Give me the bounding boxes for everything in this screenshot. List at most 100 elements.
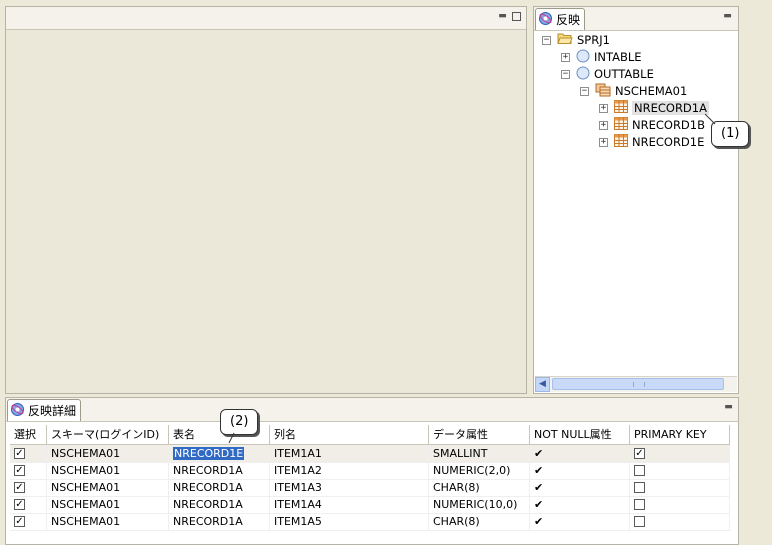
scroll-left-icon[interactable]: ◀ bbox=[535, 377, 550, 392]
primary-key-checkbox[interactable] bbox=[634, 498, 645, 510]
collapse-icon[interactable]: − bbox=[580, 86, 589, 96]
tree-item-nrecord1a[interactable]: + NRECORD1A bbox=[599, 100, 709, 116]
grip-icon bbox=[633, 382, 645, 387]
table-group-icon bbox=[576, 49, 590, 66]
tab-reflect-label: 反映 bbox=[556, 13, 581, 27]
cell-table: NRECORD1A bbox=[169, 496, 270, 513]
tree-item-nschema01[interactable]: − NSCHEMA01 bbox=[580, 83, 687, 99]
cell-primary-key[interactable] bbox=[630, 479, 730, 496]
cell-primary-key[interactable]: ✓ bbox=[630, 445, 730, 462]
table-row[interactable]: ✓ NSCHEMA01 NRECORD1A ITEM1A3 CHAR(8) ✔ bbox=[10, 479, 730, 497]
cell-schema: NSCHEMA01 bbox=[47, 462, 169, 479]
cell-column: ITEM1A4 bbox=[270, 496, 429, 513]
select-checkbox[interactable]: ✓ bbox=[14, 464, 25, 476]
table-icon bbox=[614, 134, 628, 150]
callout-1-pointer bbox=[704, 113, 716, 125]
expand-icon[interactable]: + bbox=[599, 137, 608, 147]
tree-item-label: NRECORD1B bbox=[632, 118, 705, 132]
cell-select[interactable]: ✓ bbox=[10, 479, 47, 496]
cell-data-type: NUMERIC(10,0) bbox=[429, 496, 530, 513]
column-header-select[interactable]: 選択 bbox=[10, 425, 47, 444]
tree-item-sprj1[interactable]: − SPRJ1 bbox=[542, 32, 610, 48]
editor-area: ▬ bbox=[5, 6, 527, 394]
table-icon bbox=[614, 100, 628, 116]
table-row[interactable]: ✓ NSCHEMA01 NRECORD1E ITEM1A1 SMALLINT ✔ ✓ bbox=[10, 445, 730, 463]
table-icon bbox=[614, 117, 628, 133]
editor-header: ▬ bbox=[6, 7, 526, 30]
cell-not-null: ✔ bbox=[530, 462, 630, 479]
cell-not-null: ✔ bbox=[530, 479, 630, 496]
open-folder-icon bbox=[557, 32, 573, 48]
primary-key-checkbox[interactable] bbox=[634, 464, 645, 476]
cell-column: ITEM1A1 bbox=[270, 445, 429, 462]
cell-select[interactable]: ✓ bbox=[10, 513, 47, 530]
cell-data-type: NUMERIC(2,0) bbox=[429, 462, 530, 479]
cell-primary-key[interactable] bbox=[630, 462, 730, 479]
collapse-icon[interactable]: − bbox=[561, 69, 570, 79]
cell-data-type: CHAR(8) bbox=[429, 513, 530, 530]
detail-view-header: 反映詳細 ▬ bbox=[6, 398, 738, 422]
tree-item-nrecord1e[interactable]: + NRECORD1E bbox=[599, 134, 704, 150]
cell-schema: NSCHEMA01 bbox=[47, 479, 169, 496]
table-row[interactable]: ✓ NSCHEMA01 NRECORD1A ITEM1A2 NUMERIC(2,0) ✔ bbox=[10, 462, 730, 480]
reflect-tree-view: 反映 ▬ − SPRJ1 + INTABLE − OUTTABLE − NSCH… bbox=[533, 6, 739, 394]
reflect-icon bbox=[538, 11, 553, 29]
check-icon: ✔ bbox=[534, 447, 544, 460]
table-name-edit-field[interactable]: NRECORD1E bbox=[173, 447, 245, 460]
tree-item-nrecord1b[interactable]: + NRECORD1B bbox=[599, 117, 705, 133]
cell-data-type: CHAR(8) bbox=[429, 479, 530, 496]
minimize-icon[interactable]: ▬ bbox=[723, 12, 732, 21]
check-icon: ✔ bbox=[534, 498, 544, 511]
cell-primary-key[interactable] bbox=[630, 513, 730, 530]
select-checkbox[interactable]: ✓ bbox=[14, 498, 25, 510]
cell-table: NRECORD1A bbox=[169, 462, 270, 479]
primary-key-checkbox[interactable] bbox=[634, 515, 645, 527]
tab-reflect-detail[interactable]: 反映詳細 bbox=[7, 399, 82, 421]
table-group-icon bbox=[576, 66, 590, 83]
tree-item-label: NRECORD1A bbox=[632, 101, 709, 115]
table-row[interactable]: ✓ NSCHEMA01 NRECORD1A ITEM1A4 NUMERIC(10,0) ✔ bbox=[10, 496, 730, 514]
expand-icon[interactable]: + bbox=[599, 120, 608, 130]
cell-select[interactable]: ✓ bbox=[10, 445, 47, 462]
tree-item-label: NSCHEMA01 bbox=[615, 84, 688, 98]
column-header-data-type[interactable]: データ属性 bbox=[429, 425, 530, 444]
table-header: 選択 スキーマ(ログインID) 表名 列名 データ属性 NOT NULL属性 P… bbox=[10, 425, 730, 445]
tree-item-label: INTABLE bbox=[594, 50, 642, 64]
collapse-icon[interactable]: − bbox=[542, 35, 551, 45]
primary-key-checkbox[interactable] bbox=[634, 481, 645, 493]
check-icon: ✔ bbox=[534, 481, 544, 494]
maximize-icon[interactable] bbox=[512, 12, 521, 21]
cell-schema: NSCHEMA01 bbox=[47, 445, 169, 462]
tree-item-outtable[interactable]: − OUTTABLE bbox=[561, 66, 654, 82]
table-row[interactable]: ✓ NSCHEMA01 NRECORD1A ITEM1A5 CHAR(8) ✔ bbox=[10, 513, 730, 531]
cell-not-null: ✔ bbox=[530, 496, 630, 513]
tab-reflect-detail-label: 反映詳細 bbox=[28, 404, 77, 418]
column-header-primary-key[interactable]: PRIMARY KEY bbox=[630, 425, 730, 444]
select-checkbox[interactable]: ✓ bbox=[14, 481, 25, 493]
minimize-icon[interactable]: ▬ bbox=[724, 403, 733, 412]
cell-primary-key[interactable] bbox=[630, 496, 730, 513]
cell-table[interactable]: NRECORD1E bbox=[169, 445, 270, 462]
column-header-not-null[interactable]: NOT NULL属性 bbox=[530, 425, 630, 444]
column-header-column[interactable]: 列名 bbox=[270, 425, 429, 444]
scrollbar-thumb[interactable] bbox=[552, 378, 724, 390]
cell-table: NRECORD1A bbox=[169, 513, 270, 530]
horizontal-scrollbar[interactable]: ◀ bbox=[535, 376, 737, 392]
select-checkbox[interactable]: ✓ bbox=[14, 515, 25, 527]
cell-not-null: ✔ bbox=[530, 445, 630, 462]
check-icon: ✔ bbox=[534, 464, 544, 477]
column-header-schema[interactable]: スキーマ(ログインID) bbox=[47, 425, 169, 444]
cell-schema: NSCHEMA01 bbox=[47, 513, 169, 530]
minimize-icon[interactable]: ▬ bbox=[498, 12, 507, 21]
expand-icon[interactable]: + bbox=[561, 52, 570, 62]
expand-icon[interactable]: + bbox=[599, 103, 608, 113]
cell-column: ITEM1A3 bbox=[270, 479, 429, 496]
cell-select[interactable]: ✓ bbox=[10, 496, 47, 513]
tree-item-intable[interactable]: + INTABLE bbox=[561, 49, 642, 65]
schema-icon bbox=[595, 83, 611, 100]
select-checkbox[interactable]: ✓ bbox=[14, 447, 25, 459]
cell-select[interactable]: ✓ bbox=[10, 462, 47, 479]
cell-schema: NSCHEMA01 bbox=[47, 496, 169, 513]
primary-key-checkbox[interactable]: ✓ bbox=[634, 447, 645, 459]
tab-reflect[interactable]: 反映 bbox=[535, 8, 586, 30]
